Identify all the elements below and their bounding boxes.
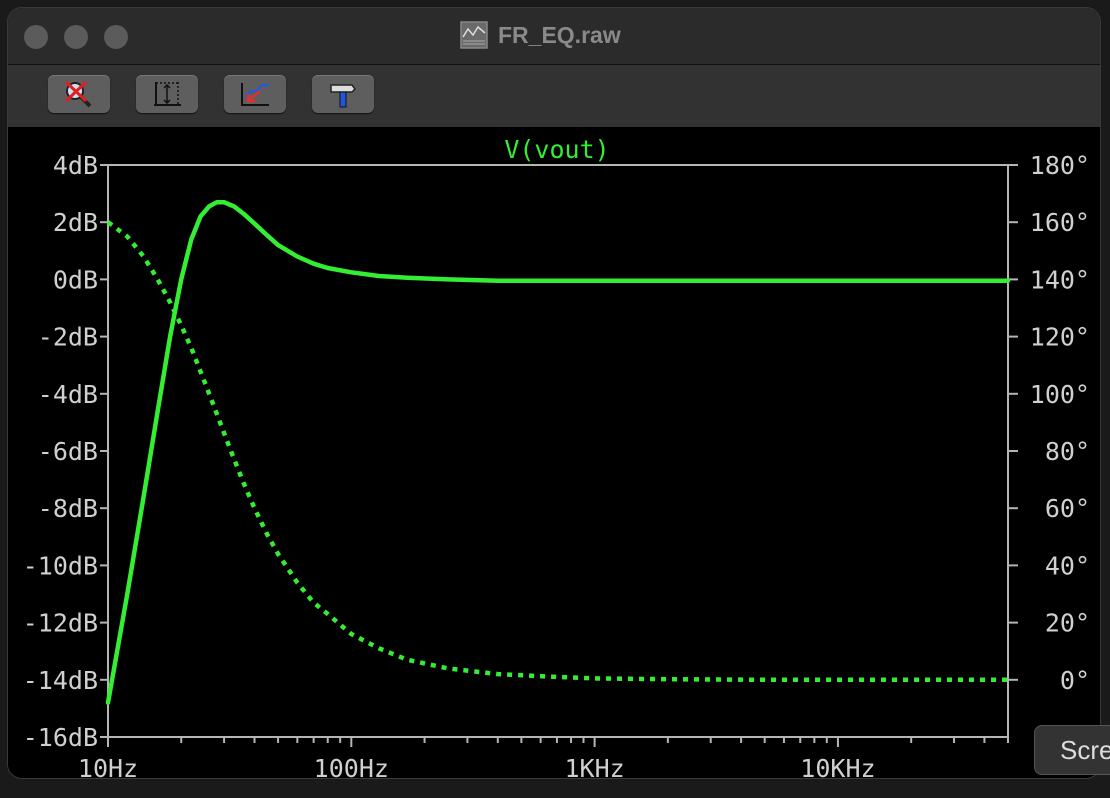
y-left-tick-label: 2dB (53, 208, 98, 237)
toolbar (8, 65, 1100, 127)
y-right-tick-label: 160° (1030, 208, 1090, 237)
y-right-tick-label: 120° (1030, 323, 1090, 352)
y-right-tick-label: 0° (1060, 666, 1090, 695)
waveform-window: FR_EQ.raw V(vout) 10Hz 100Hz 1KHz 10KHz … (8, 8, 1100, 778)
plot-area[interactable]: V(vout) 10Hz 100Hz 1KHz 10KHz 4dB 2dB 0dB -2dB -… (8, 127, 1100, 778)
tools-button[interactable] (312, 75, 374, 113)
y-left-tick-label: -2dB (38, 323, 98, 352)
hammer-icon (330, 84, 356, 108)
y-left-tick-label: -8dB (38, 494, 98, 523)
x-tick-label: 10KHz (800, 754, 875, 778)
y-right-tick-label: 140° (1030, 265, 1090, 294)
zoom-back-button[interactable] (224, 75, 286, 113)
screenshot-button[interactable]: Scre (1034, 725, 1110, 775)
y-left-tick-label: -14dB (23, 666, 98, 695)
title-bar[interactable]: FR_EQ.raw (8, 8, 1100, 65)
y-right-tick-label: 40° (1045, 551, 1090, 580)
plot-frame (107, 164, 1009, 738)
autorange-icon (154, 82, 181, 106)
y-left-tick-label: 0dB (53, 265, 98, 294)
y-right-tick-label: 100° (1030, 380, 1090, 409)
minimize-button[interactable] (64, 25, 88, 49)
phase-trace (106, 220, 1008, 683)
y-right-tick-label: 60° (1045, 494, 1090, 523)
x-tick-label: 10Hz (78, 754, 138, 778)
axes-group: 10Hz 100Hz 1KHz 10KHz 4dB 2dB 0dB -2dB -4dB -6dB -… (23, 151, 1090, 778)
magnifier-cross-icon (64, 80, 92, 108)
close-button[interactable] (24, 25, 48, 49)
y-left-tick-label: -4dB (38, 380, 98, 409)
y-left-tick-label: -16dB (23, 723, 98, 752)
autorange-button[interactable] (136, 75, 198, 113)
y-right-tick-label: 20° (1045, 609, 1090, 638)
x-tick-label: 100Hz (314, 754, 389, 778)
y-left-tick-label: -12dB (23, 609, 98, 638)
y-left-tick-label: -10dB (23, 551, 98, 580)
zoom-back-icon (241, 83, 270, 106)
zoom-cancel-button[interactable] (48, 75, 110, 113)
magnitude-trace (105, 199, 1011, 705)
zoom-button[interactable] (104, 25, 128, 49)
screenshot-button-label: Scre (1060, 734, 1110, 765)
y-left-tick-label: 4dB (53, 151, 98, 180)
window-title-group: FR_EQ.raw (458, 18, 621, 52)
chart-title[interactable]: V(vout) (504, 135, 609, 164)
waveform-document-icon (460, 21, 488, 49)
y-left-tick-label: -6dB (38, 437, 98, 466)
traces-group (105, 199, 1011, 705)
x-tick-label: 1KHz (565, 754, 625, 778)
bode-plot[interactable]: V(vout) 10Hz 100Hz 1KHz 10KHz 4dB 2dB 0dB -2dB -… (8, 127, 1100, 778)
y-right-tick-label: 80° (1045, 437, 1090, 466)
window-title: FR_EQ.raw (498, 21, 621, 48)
y-right-tick-label: 180° (1030, 151, 1090, 180)
